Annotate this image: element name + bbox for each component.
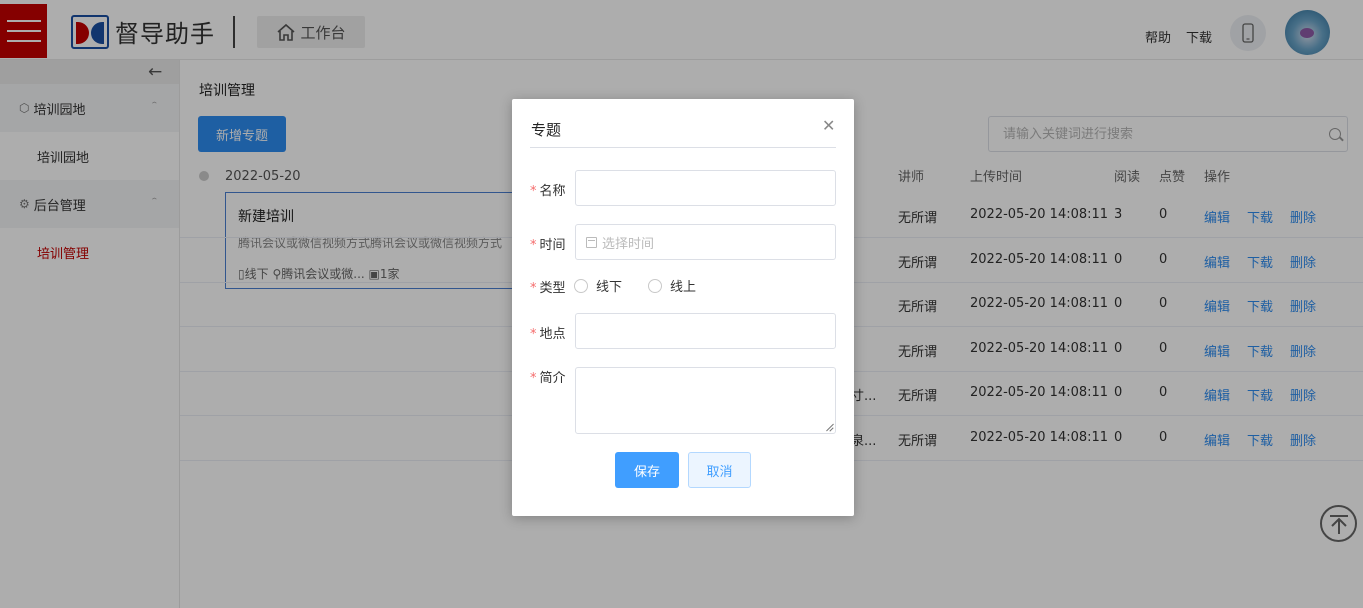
form-row-name: * 名称 (530, 170, 836, 206)
topic-dialog: 专题 ✕ * 名称 * 时间 选择时间 * 类型 线下 线上 * 地点 * 简介 保存 取… (512, 99, 854, 516)
form-row-type: * 类型 线下 线上 (530, 267, 836, 303)
time-placeholder: 选择时间 (602, 236, 655, 252)
time-label: * 时间 (530, 238, 566, 253)
radio-online[interactable]: 线上 (648, 276, 696, 295)
radio-circle[interactable] (648, 278, 663, 293)
dialog-divider (530, 147, 836, 148)
dialog-title: 专题 (531, 121, 562, 139)
location-input[interactable] (575, 313, 836, 349)
close-icon[interactable]: ✕ (822, 116, 835, 135)
location-label: * 地点 (530, 327, 566, 342)
name-label: * 名称 (530, 184, 566, 199)
name-input[interactable] (575, 170, 836, 206)
calendar-icon (586, 236, 597, 248)
time-picker[interactable]: 选择时间 (575, 224, 836, 260)
intro-textarea[interactable] (575, 367, 836, 434)
save-button[interactable]: 保存 (615, 452, 679, 488)
form-row-location: * 地点 (530, 313, 836, 349)
radio-circle[interactable] (574, 278, 588, 293)
resize-grip-icon[interactable] (826, 424, 834, 432)
cancel-button[interactable]: 取消 (688, 452, 751, 488)
form-row-time: * 时间 选择时间 (530, 224, 836, 260)
type-label: * 类型 (530, 281, 566, 296)
radio-offline[interactable]: 线下 (574, 276, 622, 295)
intro-label: * 简介 (530, 371, 566, 386)
type-radio-group: 线下 线上 (574, 276, 722, 295)
form-row-intro: * 简介 (530, 367, 836, 434)
